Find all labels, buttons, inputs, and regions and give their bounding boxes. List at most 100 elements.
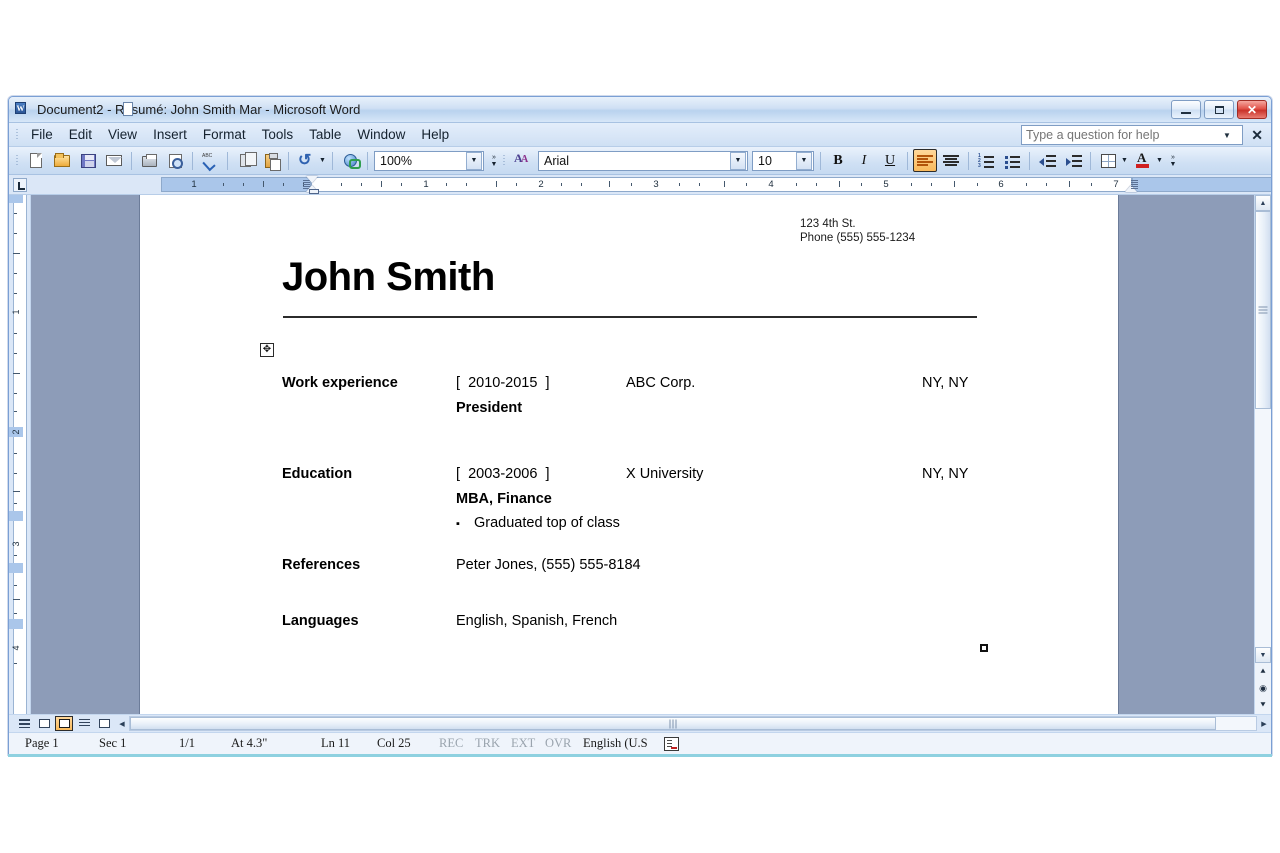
menu-item-window[interactable]: Window — [349, 125, 413, 144]
menu-item-file[interactable]: File — [23, 125, 61, 144]
print-layout-view-button[interactable] — [55, 716, 73, 731]
borders-dropdown-icon[interactable]: ▼ — [1119, 157, 1130, 164]
undo-dropdown-icon[interactable]: ▼ — [317, 157, 328, 164]
toolbar-separator — [131, 151, 132, 170]
save-icon[interactable] — [76, 149, 100, 172]
font-name-combobox[interactable]: Arial ▼ — [538, 150, 748, 171]
document-page[interactable]: 123 4th St. Phone (555) 555-1234 John Sm… — [139, 195, 1119, 714]
align-left-button[interactable] — [913, 149, 937, 172]
tab-stop-marker[interactable] — [1131, 180, 1138, 189]
formatting-toolbar-options-icon[interactable]: » ▼ — [1167, 150, 1179, 172]
vertical-scroll-track[interactable] — [1255, 211, 1271, 647]
borders-icon — [1100, 153, 1116, 168]
outline-view-button[interactable] — [75, 716, 93, 731]
scroll-right-button[interactable]: ▶ — [1257, 715, 1271, 732]
insert-hyperlink-icon[interactable] — [338, 149, 362, 172]
title-bar: W Document2 - Résumé: John Smith Mar - M… — [9, 97, 1271, 123]
borders-button[interactable] — [1096, 149, 1120, 172]
font-dialog-icon[interactable] — [511, 149, 535, 172]
font-color-dropdown-icon[interactable]: ▼ — [1154, 157, 1165, 164]
menu-item-format[interactable]: Format — [195, 125, 254, 144]
decrease-indent-button[interactable] — [1035, 149, 1059, 172]
reading-layout-view-button[interactable] — [95, 716, 113, 731]
numbering-button[interactable]: 1 2 3 — [974, 149, 998, 172]
scroll-left-button[interactable]: ◀ — [115, 720, 129, 728]
font-color-icon — [1135, 150, 1151, 168]
scroll-down-button[interactable]: ▼ — [1255, 647, 1271, 663]
table-move-handle[interactable]: ✥ — [260, 343, 274, 357]
section-label-education: Education — [282, 466, 353, 482]
first-line-indent-marker[interactable] — [306, 176, 318, 183]
paste-icon[interactable] — [259, 149, 283, 172]
ruler-number: 7 — [1113, 179, 1119, 190]
left-indent-marker[interactable] — [309, 189, 319, 194]
menu-item-view[interactable]: View — [100, 125, 145, 144]
menu-item-tools[interactable]: Tools — [254, 125, 302, 144]
previous-page-button[interactable]: ⯅ — [1255, 663, 1271, 680]
status-language[interactable]: English (U.S — [581, 736, 650, 751]
open-folder-icon[interactable] — [50, 149, 74, 172]
spelling-grammar-icon[interactable] — [198, 149, 222, 172]
italic-button[interactable]: I — [852, 149, 876, 172]
title-divider — [283, 316, 977, 318]
print-icon[interactable] — [137, 149, 161, 172]
document-pane[interactable]: 123 4th St. Phone (555) 555-1234 John Sm… — [31, 195, 1254, 714]
vertical-scrollbar[interactable]: ▲ ▼ ⯅ ◉ ⯆ — [1254, 195, 1271, 714]
restore-button[interactable] — [1204, 100, 1234, 119]
menu-grip-handle[interactable] — [13, 127, 20, 143]
status-ovr[interactable]: OVR — [543, 736, 581, 751]
formatting-toolbar-grip[interactable] — [500, 153, 507, 169]
underline-button[interactable]: U — [878, 149, 902, 172]
education-bullet-text: Graduated top of class — [474, 515, 620, 531]
document-content[interactable]: 123 4th St. Phone (555) 555-1234 John Sm… — [140, 195, 1118, 714]
menu-item-help[interactable]: Help — [413, 125, 457, 144]
tab-stop-selector[interactable] — [9, 175, 31, 194]
increase-indent-button[interactable] — [1061, 149, 1085, 172]
chevron-down-icon[interactable]: ▼ — [796, 151, 812, 170]
horizontal-scroll-thumb[interactable] — [130, 717, 1216, 730]
next-page-button[interactable]: ⯆ — [1255, 697, 1271, 714]
ask-a-question-box[interactable]: ▼ — [1021, 125, 1243, 145]
new-document-icon[interactable] — [24, 149, 48, 172]
web-layout-view-button[interactable] — [35, 716, 53, 731]
bold-button[interactable]: B — [826, 149, 850, 172]
copy-icon[interactable] — [233, 149, 257, 172]
status-ext[interactable]: EXT — [509, 736, 543, 751]
select-browse-object-button[interactable]: ◉ — [1255, 680, 1271, 697]
spelling-status-icon[interactable] — [663, 736, 679, 751]
work-area: 1 2 3 4 123 4th St. Phone (555) 555-1234 — [9, 195, 1271, 714]
minimize-button[interactable] — [1171, 100, 1201, 119]
print-preview-icon[interactable] — [163, 149, 187, 172]
zoom-combobox[interactable]: 100% ▼ — [374, 150, 484, 171]
menu-item-insert[interactable]: Insert — [145, 125, 195, 144]
status-rec[interactable]: REC — [437, 736, 473, 751]
toolbar-options-icon[interactable]: » ▼ — [488, 150, 500, 172]
chevron-down-icon[interactable]: ▼ — [466, 151, 482, 170]
normal-view-button[interactable] — [15, 716, 33, 731]
horizontal-scroll-track[interactable] — [129, 716, 1257, 731]
standard-toolbar-grip[interactable] — [13, 153, 20, 169]
work-experience-subtitle: President — [456, 400, 523, 416]
close-task-pane-icon[interactable]: ✕ — [1251, 126, 1263, 144]
horizontal-ruler[interactable]: 1 1 2 3 4 5 6 7 — [31, 175, 1271, 194]
undo-icon[interactable] — [294, 149, 318, 172]
help-question-input[interactable] — [1022, 126, 1220, 144]
menu-item-table[interactable]: Table — [301, 125, 349, 144]
status-trk[interactable]: TRK — [473, 736, 509, 751]
chevron-down-icon[interactable]: ▼ — [1220, 131, 1234, 140]
align-center-button[interactable] — [939, 149, 963, 172]
languages-text: English, Spanish, French — [456, 613, 618, 629]
bullets-button[interactable] — [1000, 149, 1024, 172]
font-color-button[interactable] — [1131, 149, 1155, 172]
mail-recipient-icon[interactable] — [102, 149, 126, 172]
font-size-combobox[interactable]: 10 ▼ — [752, 150, 814, 171]
scroll-up-button[interactable]: ▲ — [1255, 195, 1271, 211]
increase-indent-icon — [1065, 154, 1082, 167]
vertical-scroll-thumb[interactable] — [1255, 211, 1271, 409]
vertical-ruler[interactable]: 1 2 3 4 — [9, 195, 31, 714]
chevron-down-icon[interactable]: ▼ — [730, 151, 746, 170]
menu-item-edit[interactable]: Edit — [61, 125, 100, 144]
underline-label: U — [884, 152, 896, 168]
horizontal-scroll-row: ◀ ▶ — [9, 714, 1271, 732]
close-button[interactable]: ✕ — [1237, 100, 1267, 119]
